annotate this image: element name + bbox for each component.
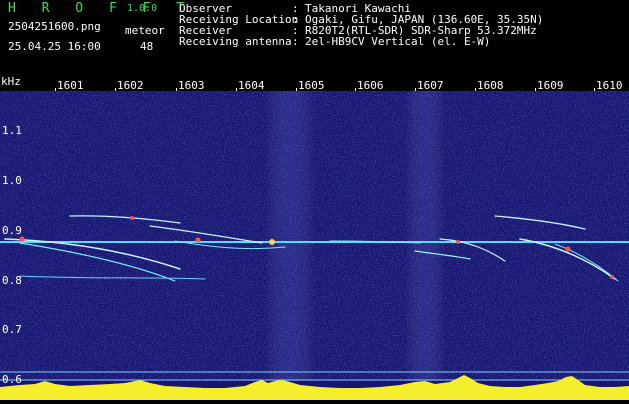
unit-label: kHz (1, 75, 21, 88)
header-panel: H R O F F T 1.0.0 2504251600.png meteor … (0, 0, 629, 74)
meteor-head (269, 239, 275, 245)
meteor-head (130, 216, 134, 220)
meteor-head (565, 246, 571, 252)
y-tick-label: 1.1 (2, 124, 22, 137)
meteor-head (195, 237, 201, 243)
y-tick-label: 0.8 (2, 274, 22, 287)
meteor-head (456, 240, 460, 244)
info-value: 2el-HB9CV Vertical (el. E-W) (305, 35, 491, 48)
y-tick-label: 1.0 (2, 174, 22, 187)
app-title: H R O F F T (8, 1, 194, 16)
app-version: 1.0.0 (127, 3, 158, 14)
y-tick-label: 0.7 (2, 323, 22, 336)
y-tick-label: 0.9 (2, 224, 22, 237)
datetime: 25.04.25 16:00 (8, 40, 101, 53)
spectrogram-canvas (0, 91, 629, 400)
meteor-count: 48 (140, 40, 154, 53)
y-tick-label: 0.6 (2, 373, 22, 386)
info-key: Receiving antenna (179, 35, 292, 48)
meteor-label: meteor (125, 24, 165, 37)
spectrogram: 1.1 1.0 0.9 0.8 0.7 0.6 (0, 91, 629, 400)
noise-band (405, 91, 445, 381)
noise-band (265, 91, 315, 381)
meteor-head (19, 236, 25, 242)
info-separator: : (292, 35, 299, 48)
file-name: 2504251600.png (8, 20, 101, 33)
meteor-head (610, 275, 614, 279)
